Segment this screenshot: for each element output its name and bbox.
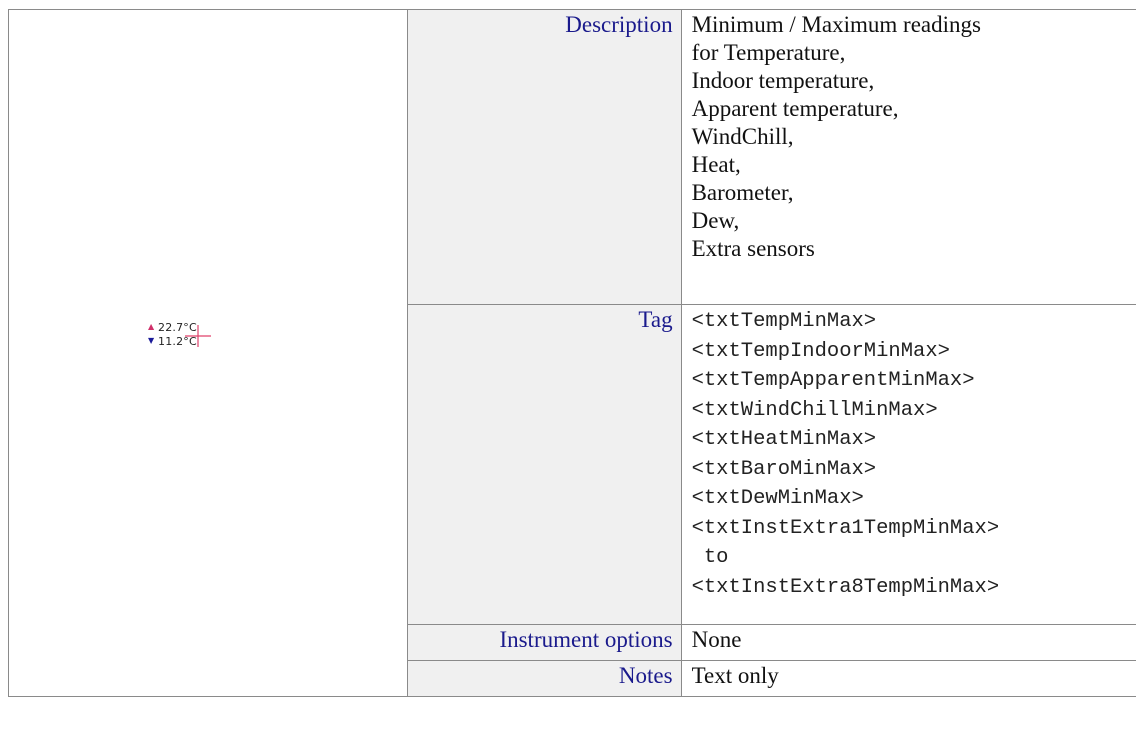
tag-value: <txtTempMinMax> <txtTempIndoorMinMax> <t… [680, 304, 1136, 625]
tag-line: <txtDewMinMax> [691, 487, 864, 510]
description-line: WindChill, [691, 124, 794, 149]
description-label: Description [407, 9, 682, 305]
instrument-options-value: None [680, 624, 1136, 661]
min-temperature-value: 11.2°C [158, 334, 197, 348]
description-row: ▲ 22.7°C ▼ 11.2°C Description Minimum / … [7, 9, 1136, 697]
tag-line: <txtBaroMinMax> [691, 457, 877, 481]
tag-label: Tag [407, 304, 682, 625]
min-max-temperature-preview: ▲ 22.7°C ▼ 11.2°C [148, 320, 268, 356]
instrument-preview-cell: ▲ 22.7°C ▼ 11.2°C [7, 9, 409, 697]
tag-line: <txtTempApparentMinMax> [691, 369, 975, 392]
tag-line: <txtInstExtra1TempMinMax> [691, 516, 1000, 540]
description-line: Extra sensors [691, 236, 815, 261]
max-temperature-value: 22.7°C [158, 320, 197, 334]
description-line: Barometer, [691, 180, 794, 205]
tag-line: <txtTempIndoorMinMax> [691, 339, 950, 363]
description-line: Dew, [691, 208, 740, 233]
tag-line: to [691, 546, 729, 569]
arrow-up-icon: ▲ [148, 322, 155, 331]
arrow-down-icon: ▼ [148, 336, 155, 345]
min-reading: ▼ 11.2°C [148, 334, 268, 348]
description-line: for Temperature, [691, 40, 846, 65]
description-value: Minimum / Maximum readings for Temperatu… [680, 9, 1136, 305]
notes-label: Notes [407, 660, 682, 697]
tag-line: <txtHeatMinMax> [691, 428, 877, 451]
description-line: Indoor temperature, [691, 68, 875, 93]
description-line: Minimum / Maximum readings [691, 12, 981, 37]
tag-line: <txtTempMinMax> [691, 310, 877, 333]
tag-line: <txtWindChillMinMax> [691, 398, 938, 422]
description-line: Apparent temperature, [691, 96, 899, 121]
notes-value: Text only [680, 660, 1136, 697]
instrument-options-label: Instrument options [407, 624, 682, 661]
description-line: Heat, [691, 152, 741, 177]
max-reading: ▲ 22.7°C [148, 320, 268, 334]
tag-line: <txtInstExtra8TempMinMax> [691, 575, 1000, 599]
instrument-reference-table: ▲ 22.7°C ▼ 11.2°C Description Minimum / … [7, 9, 1136, 697]
